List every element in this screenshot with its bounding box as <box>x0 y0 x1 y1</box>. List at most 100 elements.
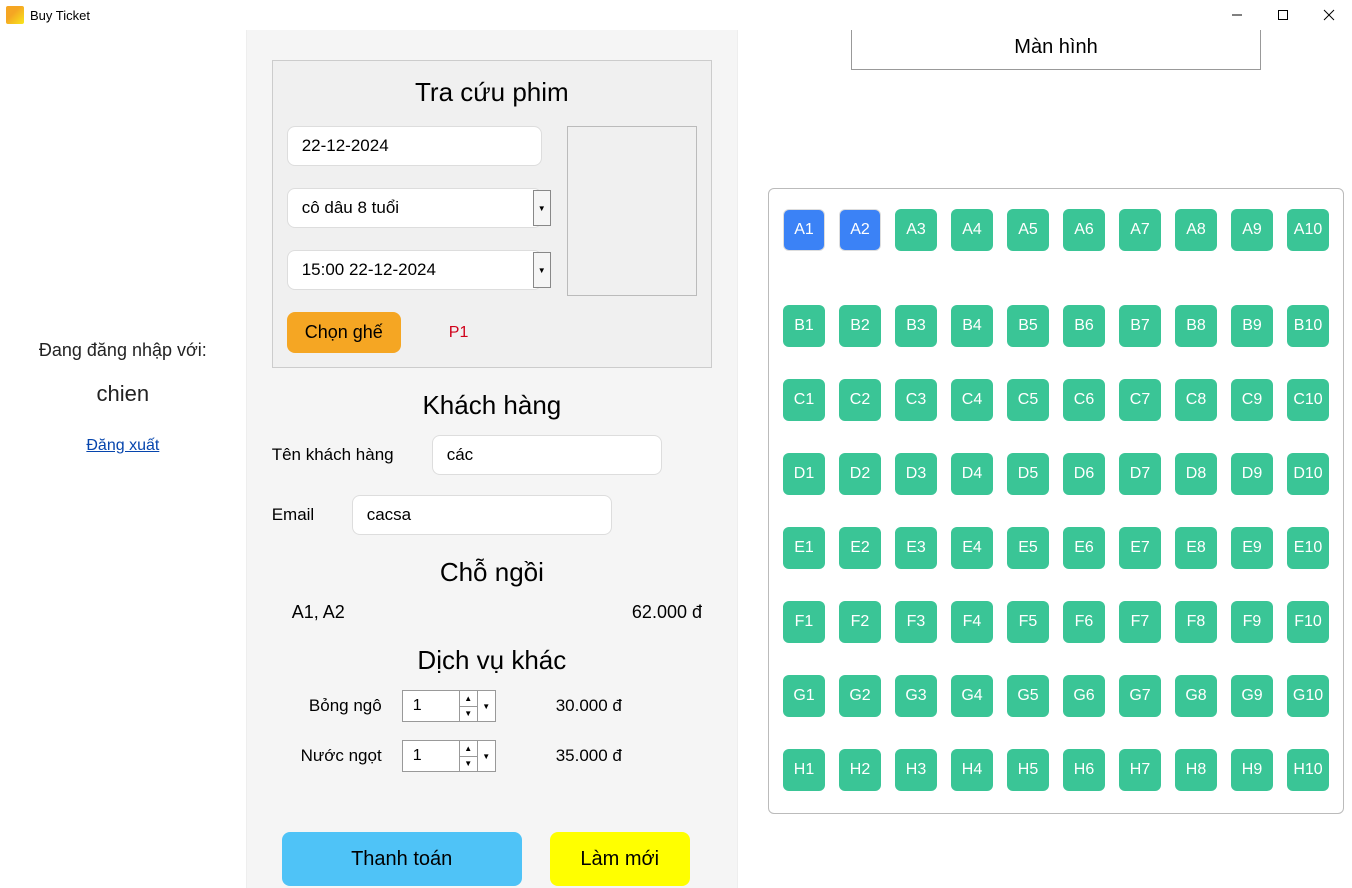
seat-F4[interactable]: F4 <box>951 601 993 643</box>
pay-button[interactable]: Thanh toán <box>282 832 522 886</box>
seat-G4[interactable]: G4 <box>951 675 993 717</box>
seat-B8[interactable]: B8 <box>1175 305 1217 347</box>
chevron-down-icon[interactable]: ▼ <box>460 707 477 722</box>
seat-G7[interactable]: G7 <box>1119 675 1161 717</box>
seat-H6[interactable]: H6 <box>1063 749 1105 791</box>
seat-F1[interactable]: F1 <box>783 601 825 643</box>
seat-F10[interactable]: F10 <box>1287 601 1329 643</box>
seat-C6[interactable]: C6 <box>1063 379 1105 421</box>
seat-E10[interactable]: E10 <box>1287 527 1329 569</box>
seat-A2[interactable]: A2 <box>839 209 881 251</box>
chevron-up-icon[interactable]: ▲ <box>460 691 477 707</box>
logout-link[interactable]: Đăng xuất <box>86 437 159 455</box>
showtime-select[interactable] <box>287 250 542 290</box>
seat-G8[interactable]: G8 <box>1175 675 1217 717</box>
seat-B3[interactable]: B3 <box>895 305 937 347</box>
seat-H4[interactable]: H4 <box>951 749 993 791</box>
seat-E2[interactable]: E2 <box>839 527 881 569</box>
date-input[interactable] <box>287 126 542 166</box>
seat-C5[interactable]: C5 <box>1007 379 1049 421</box>
customer-email-input[interactable] <box>352 495 612 535</box>
seat-H8[interactable]: H8 <box>1175 749 1217 791</box>
seat-D2[interactable]: D2 <box>839 453 881 495</box>
seat-A3[interactable]: A3 <box>895 209 937 251</box>
seat-E1[interactable]: E1 <box>783 527 825 569</box>
seat-D5[interactable]: D5 <box>1007 453 1049 495</box>
seat-A1[interactable]: A1 <box>783 209 825 251</box>
seat-H7[interactable]: H7 <box>1119 749 1161 791</box>
minimize-button[interactable] <box>1214 0 1260 30</box>
maximize-button[interactable] <box>1260 0 1306 30</box>
seat-F5[interactable]: F5 <box>1007 601 1049 643</box>
seat-C4[interactable]: C4 <box>951 379 993 421</box>
seat-D9[interactable]: D9 <box>1231 453 1273 495</box>
chevron-down-icon[interactable]: ▼ <box>477 741 495 771</box>
seat-E9[interactable]: E9 <box>1231 527 1273 569</box>
seat-H10[interactable]: H10 <box>1287 749 1329 791</box>
seat-C1[interactable]: C1 <box>783 379 825 421</box>
seat-E4[interactable]: E4 <box>951 527 993 569</box>
chevron-down-icon[interactable]: ▼ <box>533 190 551 226</box>
seat-G3[interactable]: G3 <box>895 675 937 717</box>
close-button[interactable] <box>1306 0 1352 30</box>
seat-H2[interactable]: H2 <box>839 749 881 791</box>
seat-B9[interactable]: B9 <box>1231 305 1273 347</box>
seat-B1[interactable]: B1 <box>783 305 825 347</box>
seat-B6[interactable]: B6 <box>1063 305 1105 347</box>
seat-D10[interactable]: D10 <box>1287 453 1329 495</box>
seat-F3[interactable]: F3 <box>895 601 937 643</box>
seat-F2[interactable]: F2 <box>839 601 881 643</box>
seat-B10[interactable]: B10 <box>1287 305 1329 347</box>
seat-G1[interactable]: G1 <box>783 675 825 717</box>
seat-B4[interactable]: B4 <box>951 305 993 347</box>
seat-E5[interactable]: E5 <box>1007 527 1049 569</box>
chevron-down-icon[interactable]: ▼ <box>460 757 477 772</box>
chevron-down-icon[interactable]: ▼ <box>477 691 495 721</box>
seat-E7[interactable]: E7 <box>1119 527 1161 569</box>
chevron-down-icon[interactable]: ▼ <box>533 252 551 288</box>
choose-seat-button[interactable]: Chọn ghế <box>287 312 401 353</box>
seat-D3[interactable]: D3 <box>895 453 937 495</box>
seat-G2[interactable]: G2 <box>839 675 881 717</box>
seat-A5[interactable]: A5 <box>1007 209 1049 251</box>
seat-C7[interactable]: C7 <box>1119 379 1161 421</box>
seat-C10[interactable]: C10 <box>1287 379 1329 421</box>
seat-D4[interactable]: D4 <box>951 453 993 495</box>
reset-button[interactable]: Làm mới <box>550 832 690 886</box>
seat-E8[interactable]: E8 <box>1175 527 1217 569</box>
seat-H5[interactable]: H5 <box>1007 749 1049 791</box>
seat-G5[interactable]: G5 <box>1007 675 1049 717</box>
seat-C9[interactable]: C9 <box>1231 379 1273 421</box>
seat-C3[interactable]: C3 <box>895 379 937 421</box>
seat-H9[interactable]: H9 <box>1231 749 1273 791</box>
seat-F6[interactable]: F6 <box>1063 601 1105 643</box>
seat-A9[interactable]: A9 <box>1231 209 1273 251</box>
seat-G6[interactable]: G6 <box>1063 675 1105 717</box>
seat-E3[interactable]: E3 <box>895 527 937 569</box>
seat-H1[interactable]: H1 <box>783 749 825 791</box>
seat-C2[interactable]: C2 <box>839 379 881 421</box>
seat-D6[interactable]: D6 <box>1063 453 1105 495</box>
movie-select[interactable] <box>287 188 542 228</box>
quantity-stepper[interactable]: 1▲▼▼ <box>402 740 496 772</box>
seat-F9[interactable]: F9 <box>1231 601 1273 643</box>
seat-B7[interactable]: B7 <box>1119 305 1161 347</box>
seat-A6[interactable]: A6 <box>1063 209 1105 251</box>
chevron-up-icon[interactable]: ▲ <box>460 741 477 757</box>
seat-C8[interactable]: C8 <box>1175 379 1217 421</box>
seat-F8[interactable]: F8 <box>1175 601 1217 643</box>
seat-D1[interactable]: D1 <box>783 453 825 495</box>
seat-E6[interactable]: E6 <box>1063 527 1105 569</box>
customer-name-input[interactable] <box>432 435 662 475</box>
quantity-stepper[interactable]: 1▲▼▼ <box>402 690 496 722</box>
seat-B2[interactable]: B2 <box>839 305 881 347</box>
seat-A8[interactable]: A8 <box>1175 209 1217 251</box>
seat-D8[interactable]: D8 <box>1175 453 1217 495</box>
seat-H3[interactable]: H3 <box>895 749 937 791</box>
seat-B5[interactable]: B5 <box>1007 305 1049 347</box>
seat-G9[interactable]: G9 <box>1231 675 1273 717</box>
seat-G10[interactable]: G10 <box>1287 675 1329 717</box>
seat-D7[interactable]: D7 <box>1119 453 1161 495</box>
seat-F7[interactable]: F7 <box>1119 601 1161 643</box>
seat-A4[interactable]: A4 <box>951 209 993 251</box>
